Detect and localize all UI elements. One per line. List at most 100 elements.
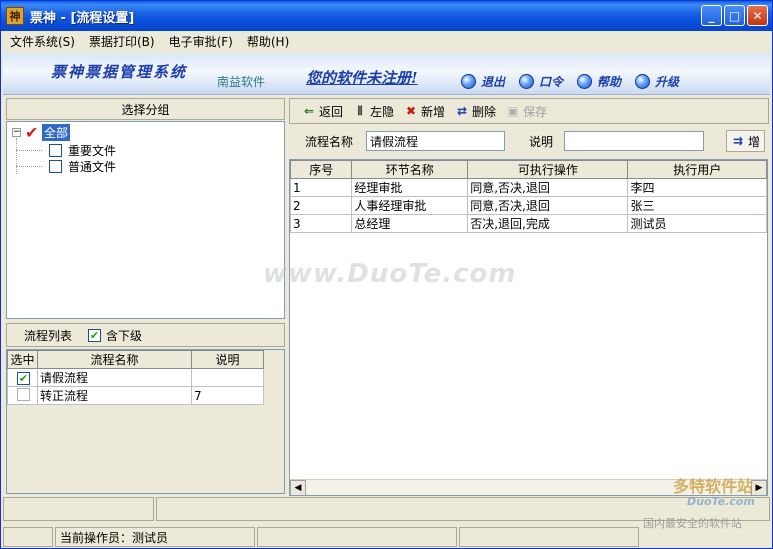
column-header[interactable]: 可执行操作	[467, 160, 629, 179]
status-cell	[3, 497, 154, 521]
brand-watermark-cn: 多特软件站	[673, 477, 754, 496]
table-cell[interactable]: 同意,否决,退回	[467, 178, 629, 197]
tree-connector	[16, 166, 42, 167]
flow-list-label: 流程列表	[24, 328, 73, 343]
tree-node-checkbox[interactable]	[49, 143, 62, 157]
tree-connector	[16, 150, 42, 151]
brand-watermark-en: DuoTe.com	[687, 495, 755, 508]
back-button[interactable]: ⇐ 返回	[302, 103, 343, 120]
table-cell[interactable]: 测试员	[627, 214, 767, 233]
add-icon: ✖	[406, 104, 417, 118]
menu-bar: 文件系统(S) 票据打印(B) 电子审批(F) 帮助(H)	[1, 31, 772, 51]
table-cell[interactable]: 经理审批	[351, 178, 469, 197]
tree-expander[interactable]: −	[12, 127, 21, 137]
column-header[interactable]: 环节名称	[351, 160, 469, 179]
delete-button[interactable]: ⇄ 删除	[455, 103, 496, 120]
minimize-button[interactable]: _	[701, 5, 722, 26]
right-panel: ⇐ 返回 ⫴ 左隐 ✖ 新增 ⇄ 删除 ▣ 保存 流程名称 请假流程 说明 ⇉ …	[289, 98, 769, 496]
back-label: 返回	[319, 104, 344, 119]
banner-company: 南益软件	[217, 75, 266, 89]
menu-approval[interactable]: 电子审批(F)	[164, 33, 238, 50]
row-checkbox[interactable]: ✔	[17, 371, 30, 385]
table-cell[interactable]: 人事经理审批	[351, 196, 469, 215]
table-cell[interactable]: 张三	[627, 196, 767, 215]
upgrade-label: 升级	[655, 75, 680, 89]
table-cell[interactable]: 同意,否决,退回	[467, 196, 629, 215]
key-icon	[519, 74, 535, 89]
save-icon: ▣	[507, 104, 519, 118]
tree-node-label[interactable]: 普通文件	[68, 158, 116, 175]
status-cell	[3, 527, 53, 547]
hide-left-button[interactable]: ⫴ 左隐	[353, 103, 394, 120]
flow-form: 流程名称 请假流程 说明 ⇉ 增	[289, 126, 769, 156]
column-header[interactable]: 说明	[191, 350, 264, 369]
banner: 票神票据管理系统 南益软件 您的软件未注册! 退出 口令 帮助 升级	[3, 53, 770, 95]
table-cell[interactable]: 总经理	[351, 214, 469, 233]
menu-help[interactable]: 帮助(H)	[242, 33, 294, 50]
save-button[interactable]: ▣ 保存	[506, 103, 547, 120]
title-bar[interactable]: 神 票神 - [流程设置] _ □ ✕	[1, 1, 772, 31]
table-header-row: 序号 环节名称 可执行操作 执行用户	[290, 160, 767, 179]
table-cell[interactable]: 否决,退回,完成	[467, 214, 629, 233]
tree-node-label[interactable]: 全部	[42, 123, 71, 141]
exit-button[interactable]: 退出	[461, 73, 505, 90]
menu-file-system[interactable]: 文件系统(S)	[5, 33, 80, 50]
exit-icon	[461, 74, 476, 89]
include-sub-checkbox[interactable]: ✔ 含下级	[88, 327, 142, 344]
row-checkbox[interactable]	[17, 387, 30, 401]
upgrade-button[interactable]: 升级	[635, 73, 679, 90]
watermark-text: www.DuoTe.com	[263, 259, 517, 289]
window-title: 票神 - [流程设置]	[30, 10, 135, 26]
close-button[interactable]: ✕	[747, 5, 768, 26]
add-step-button[interactable]: ⇉ 增	[726, 130, 766, 152]
table-row[interactable]: 1 经理审批 同意,否决,退回 李四	[290, 178, 767, 197]
add-button[interactable]: ✖ 新增	[404, 103, 445, 120]
table-cell[interactable]	[191, 368, 264, 387]
unregistered-link[interactable]: 您的软件未注册!	[306, 67, 418, 88]
column-header[interactable]: 序号	[290, 160, 353, 179]
note-field[interactable]	[564, 131, 705, 151]
table-cell[interactable]: 请假流程	[37, 368, 192, 387]
tree-node-checkbox[interactable]	[49, 159, 62, 173]
password-button[interactable]: 口令	[519, 73, 563, 90]
back-icon: ⇐	[303, 104, 315, 118]
add-label: 新增	[421, 104, 446, 119]
column-header[interactable]: 执行用户	[627, 160, 767, 179]
hide-left-label: 左隐	[370, 104, 395, 119]
scroll-left-icon[interactable]: ◀	[290, 479, 306, 495]
tree-node-important[interactable]: 重要文件	[49, 142, 116, 158]
table-row[interactable]: 转正流程 7	[7, 386, 264, 405]
tree-node-root[interactable]: − ✔ 全部	[12, 123, 71, 141]
help-button[interactable]: 帮助	[577, 73, 621, 90]
flow-name-field[interactable]: 请假流程	[366, 131, 506, 151]
flow-list-grid[interactable]: 选中 流程名称 说明 ✔ 请假流程 转正流程 7	[6, 349, 285, 494]
left-panel: 选择分组 − ✔ 全部 重要文件 普通文件 流程列表 ✔ 含下级 选中 流程名称…	[6, 98, 285, 494]
step-grid[interactable]: 序号 环节名称 可执行操作 执行用户 1 经理审批 同意,否决,退回 李四 2 …	[289, 159, 768, 496]
group-tree[interactable]: − ✔ 全部 重要文件 普通文件	[6, 121, 285, 319]
table-cell[interactable]: 转正流程	[37, 386, 192, 405]
table-row[interactable]: ✔ 请假流程	[7, 368, 264, 387]
row-checkbox-cell[interactable]: ✔	[7, 368, 38, 387]
menu-print[interactable]: 票据打印(B)	[84, 33, 160, 50]
window-controls: _ □ ✕	[701, 5, 768, 26]
app-icon[interactable]: 神	[6, 7, 24, 25]
row-checkbox-cell[interactable]	[7, 386, 38, 405]
table-header-row: 选中 流程名称 说明	[7, 350, 264, 369]
table-cell[interactable]: 3	[290, 214, 353, 233]
table-row[interactable]: 3 总经理 否决,退回,完成 测试员	[290, 214, 767, 233]
tree-root-checkbox[interactable]: ✔	[25, 124, 38, 140]
table-cell[interactable]: 1	[290, 178, 353, 197]
maximize-button[interactable]: □	[724, 5, 745, 26]
table-cell[interactable]: 李四	[627, 178, 767, 197]
tree-node-normal[interactable]: 普通文件	[49, 158, 116, 174]
column-header[interactable]: 选中	[7, 350, 38, 369]
tree-node-label[interactable]: 重要文件	[68, 142, 116, 159]
exit-label: 退出	[481, 75, 506, 89]
checkbox-box[interactable]: ✔	[88, 328, 102, 342]
table-cell[interactable]: 7	[191, 386, 264, 405]
table-row[interactable]: 2 人事经理审批 同意,否决,退回 张三	[290, 196, 767, 215]
table-cell[interactable]: 2	[290, 196, 353, 215]
column-header[interactable]: 流程名称	[37, 350, 192, 369]
status-cell	[257, 527, 457, 547]
scroll-right-icon[interactable]: ▶	[751, 479, 767, 495]
